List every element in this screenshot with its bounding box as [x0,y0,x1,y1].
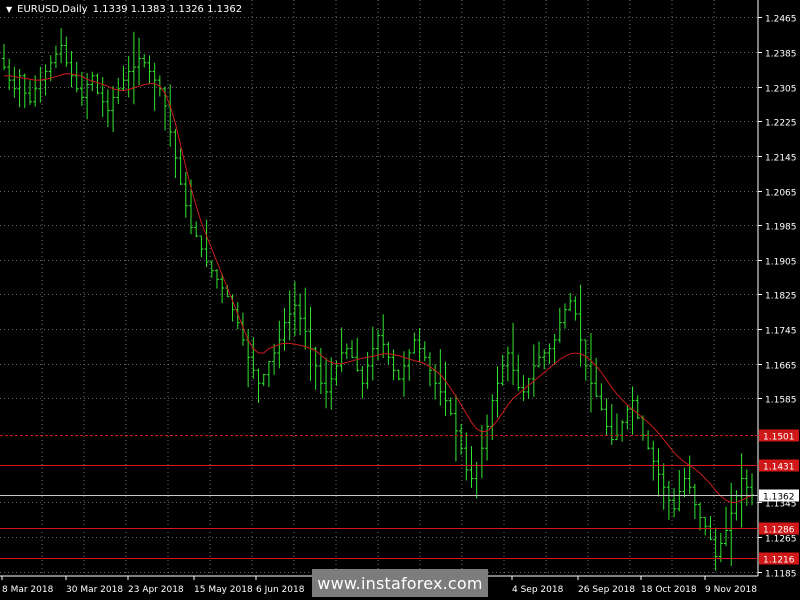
x-tick-label: 8 Mar 2018 [2,585,54,595]
level-label: 1.1501 [763,433,795,443]
x-tick-label: 6 Jun 2018 [256,585,305,595]
y-tick-label: 1.2065 [765,189,797,199]
y-tick-label: 1.2305 [765,85,797,95]
y-tick-label: 1.1265 [765,535,797,545]
x-tick-label: 23 Apr 2018 [128,585,184,595]
dropdown-triangle-icon[interactable]: ▼ [6,5,12,14]
y-tick-label: 1.1985 [765,223,797,233]
level-label: 1.1286 [763,526,795,536]
y-tick-label: 1.2385 [765,50,797,60]
chart-header: ▼ EURUSD,Daily 1.1339 1.1383 1.1326 1.13… [6,4,242,15]
price-chart[interactable]: 1.2465 1.2385 1.2305 1.2225 1.2145 1.2065 1.19… [0,0,800,600]
watermark: www.instaforex.com [312,569,488,597]
x-tick-label: 26 Sep 2018 [578,585,635,595]
y-tick-label: 1.2225 [765,119,797,129]
y-tick-label: 1.1665 [765,362,797,372]
level-label: 1.1216 [763,556,795,566]
current-price-label: 1.1362 [763,493,795,503]
x-tick-label: 18 Oct 2018 [641,585,697,595]
ohlc-values: 1.1339 1.1383 1.1326 1.1362 [92,4,243,15]
chart-frame: 1.2465 1.2385 1.2305 1.2225 1.2145 1.2065 1.19… [0,0,800,600]
y-tick-label: 1.1585 [765,396,797,406]
x-tick-label: 9 Nov 2018 [705,585,757,595]
x-tick-label: 30 Mar 2018 [66,585,123,595]
y-tick-label: 1.1905 [765,258,797,268]
y-tick-label: 1.2145 [765,154,797,164]
symbol-timeframe-label: EURUSD,Daily [17,4,88,15]
y-tick-label: 1.1745 [765,327,797,337]
y-tick-label: 1.1185 [765,570,797,580]
x-tick-label: 15 May 2018 [194,585,253,595]
x-tick-label: 4 Sep 2018 [512,585,564,595]
y-tick-label: 1.2465 [765,15,797,25]
level-label: 1.1431 [763,463,795,473]
y-tick-label: 1.1825 [765,292,797,302]
